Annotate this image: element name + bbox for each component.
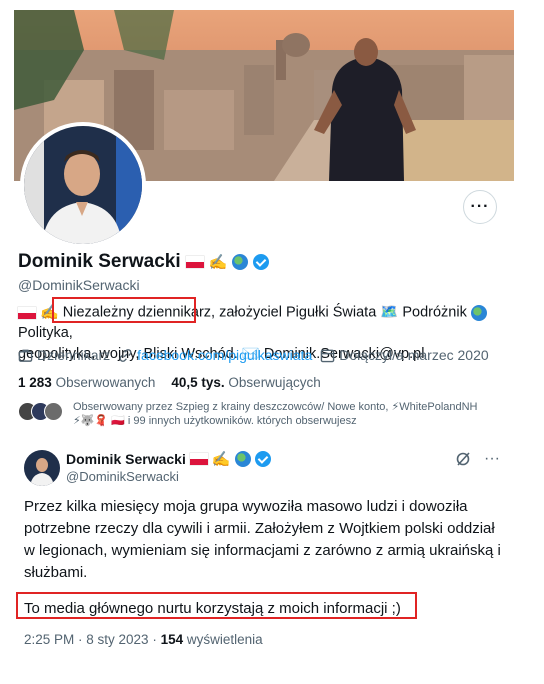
bio-text: założyciel Pigułki Świata 🗺️ Podróżnik [215, 304, 467, 321]
tweet-card[interactable]: Dominik Serwacki ✍️ @DominikSerwacki ···… [14, 442, 512, 670]
highlight-box-bio [52, 297, 196, 323]
writing-hand-icon: ✍️ [208, 254, 228, 271]
profile-display-name: Dominik Serwacki [18, 251, 181, 272]
profile-job: Dziennikarz [18, 347, 110, 363]
profile-name-row: Dominik Serwacki ✍️ [18, 251, 270, 273]
tweet-views-label: wyświetlenia [186, 632, 263, 647]
tweet-handle[interactable]: @DominikSerwacki [66, 469, 179, 484]
profile-card: ··· Dominik Serwacki ✍️ @DominikSerwacki… [14, 10, 514, 432]
globe-icon [232, 254, 249, 270]
mini-avatar [44, 402, 63, 421]
poland-flag-icon [185, 256, 204, 268]
verified-badge-icon[interactable] [253, 254, 270, 270]
profile-meta-row: Dziennikarz facebook.com/pigulkaswiata D… [18, 347, 489, 363]
tweet-display-name[interactable]: Dominik Serwacki [66, 451, 186, 467]
globe-icon [470, 304, 487, 321]
tweet-actions: ··· [454, 450, 500, 468]
grok-slash-icon[interactable] [454, 450, 472, 468]
bio-text-end: Polityka, [18, 325, 73, 342]
profile-link-text[interactable]: facebook.com/pigulkaswiata [137, 347, 312, 363]
poland-flag-icon [189, 453, 208, 465]
profile-joined: Dołączył/a marzec 2020 [320, 347, 489, 363]
calendar-icon [320, 349, 335, 362]
tweet-avatar[interactable] [24, 450, 60, 486]
profile-job-label: Dziennikarz [37, 347, 111, 363]
tweet-name-row: Dominik Serwacki ✍️ [66, 450, 271, 468]
writing-hand-icon: ✍️ [211, 451, 231, 468]
verified-badge-icon[interactable] [254, 451, 271, 467]
profile-link[interactable]: facebook.com/pigulkaswiata [118, 347, 312, 363]
tweet-paragraph-1: Przez kilka miesięcy moja grupa wywoziła… [24, 498, 501, 581]
followed-by-row[interactable]: Obserwowany przez Szpieg z krainy deszcz… [18, 400, 513, 428]
profile-handle: @DominikSerwacki [18, 277, 140, 293]
tweet-more-button[interactable]: ··· [484, 450, 500, 468]
more-options-button[interactable]: ··· [463, 190, 497, 224]
highlight-box-tweet [16, 592, 417, 619]
following-stat[interactable]: 1 283 Obserwowanych [18, 375, 155, 390]
followers-stat[interactable]: 40,5 tys. Obserwujących [171, 375, 320, 390]
tweet-meta: 2:25 PM · 8 sty 2023 · 154 wyświetlenia [24, 632, 263, 647]
followed-by-text: Obserwowany przez Szpieg z krainy deszcz… [73, 401, 478, 427]
profile-joined-label: Dołączył/a marzec 2020 [339, 347, 489, 363]
briefcase-icon [18, 349, 33, 362]
followers-you-know-avatars [18, 402, 63, 421]
globe-icon [234, 451, 251, 467]
follow-stats: 1 283 Obserwowanych 40,5 tys. Obserwując… [18, 375, 321, 390]
poland-flag-icon [18, 306, 36, 319]
tweet-views-count: 154 [160, 632, 184, 647]
tweet-timestamp[interactable]: 2:25 PM · 8 sty 2023 · [24, 632, 157, 647]
link-icon [119, 348, 132, 362]
profile-avatar[interactable] [20, 122, 146, 248]
